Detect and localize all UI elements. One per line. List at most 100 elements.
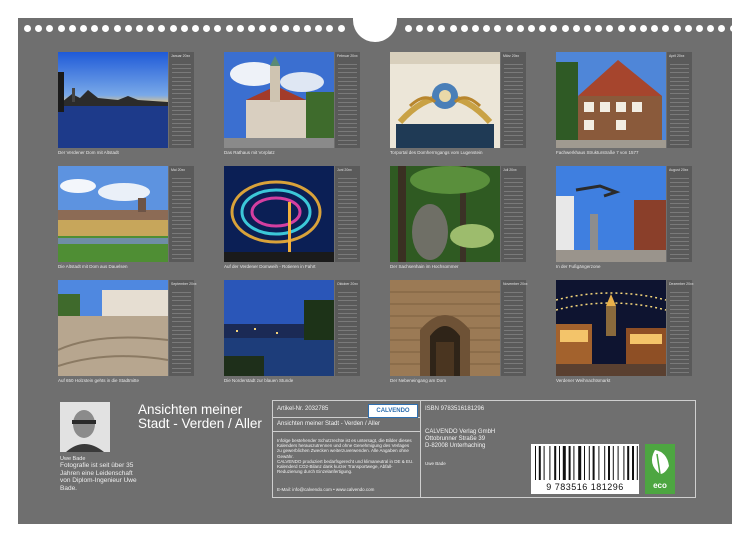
- mini-calendar-line: [670, 76, 689, 78]
- mini-calendar-line: [338, 241, 357, 242]
- mini-calendar-line: [504, 338, 523, 340]
- binding-hole: [684, 25, 692, 32]
- month-thumbnail-11: November 20xx Der Nebeneingang am Dom: [390, 280, 528, 383]
- caption-9: Auf 650 Holzstein gehts in die Stadtmitt…: [58, 378, 140, 383]
- product-title: Ansichten meiner Stadt - Verden / Aller: [277, 421, 381, 427]
- mini-calendar-line: [172, 135, 191, 137]
- mini-calendar-line: [172, 143, 191, 145]
- binding-hole: [214, 25, 222, 32]
- mini-calendar-line: [504, 296, 523, 298]
- photo-rathaus: [224, 52, 334, 148]
- mini-calendar-line: [670, 127, 689, 128]
- binding-hole: [236, 25, 244, 32]
- mini-calendar-line: [670, 122, 689, 124]
- mini-calendar-line: [338, 135, 357, 137]
- mini-calendar-line: [504, 114, 523, 116]
- mini-calendar-line: [504, 346, 523, 348]
- mini-calendar-line: [504, 97, 523, 99]
- mini-calendar-line: [172, 308, 191, 310]
- binding-hole: [337, 25, 345, 32]
- binding-hole: [292, 25, 300, 32]
- mini-calendar-line: [338, 76, 357, 78]
- mini-calendar-line: [172, 321, 191, 323]
- caption-10: Die Norderstadt zur blauen Stunde: [224, 378, 294, 383]
- mini-calendar-line: [504, 367, 523, 369]
- mini-calendar-line: [338, 253, 357, 255]
- mini-calendar-line: [338, 228, 357, 230]
- mini-calendar-line: [670, 257, 689, 259]
- mini-calendar-line: [172, 367, 191, 369]
- mini-calendar-line: [504, 224, 523, 226]
- mini-calendar-line: [172, 207, 191, 209]
- mini-calendar-line: [172, 292, 191, 293]
- mini-calendar-line: [338, 93, 357, 95]
- mini-calendar-line: [670, 207, 689, 209]
- mini-calendar-line: [172, 317, 191, 319]
- barcode-bar: [623, 446, 625, 480]
- barcode-bar: [543, 446, 545, 480]
- mini-calendar-line: [504, 257, 523, 259]
- binding-hole: [539, 25, 547, 32]
- mini-calendar-line: [338, 143, 357, 145]
- binding-hole: [46, 25, 54, 32]
- binding-hole: [259, 25, 267, 32]
- mini-calendar-line: [504, 371, 523, 373]
- mini-calendar-line: [504, 232, 523, 234]
- publisher-city: D-82008 Unterhaching: [425, 443, 486, 449]
- barcode: 9 783516 181296: [531, 444, 639, 494]
- mini-calendar-line: [670, 101, 689, 103]
- mini-calendar-line: [504, 178, 523, 179]
- mini-calendar-line: [338, 106, 357, 107]
- mini-calendar-line: [504, 64, 523, 65]
- binding-hole: [505, 25, 513, 32]
- photo-dom-altstadt: [58, 52, 168, 148]
- mini-calendar-line: [504, 143, 523, 145]
- mini-calendar-line: [172, 97, 191, 99]
- mini-calendar-line: [338, 220, 357, 221]
- binding-hole: [729, 25, 737, 32]
- binding-hole: [617, 25, 625, 32]
- photo-torportal: [390, 52, 500, 148]
- eco-badge: eco: [645, 444, 675, 494]
- barcode-bar: [562, 446, 566, 480]
- barcode-bar: [588, 446, 590, 480]
- binding-hole: [584, 25, 591, 32]
- mini-calendar-line: [504, 363, 523, 365]
- mini-calendar-line: [504, 93, 523, 95]
- article-number: Artikel-Nr. 2032785: [277, 406, 329, 412]
- mini-calendar-line: [670, 342, 689, 344]
- mini-calendar-line: [504, 190, 523, 192]
- mini-calendar-line: [670, 334, 689, 335]
- mini-calendar-line: [338, 85, 357, 86]
- mini-calendar-line: [172, 178, 191, 179]
- isbn: ISBN 9783516181296: [425, 406, 485, 412]
- mini-calendar-line: [172, 194, 191, 196]
- mini-calendar-line: [504, 68, 523, 70]
- caption-3: Torportal des Domherrngangs vom Lugenste…: [390, 150, 483, 155]
- divider: [273, 431, 420, 432]
- mini-calendar-line: [504, 241, 523, 242]
- mini-calendar-line: [338, 114, 357, 116]
- mini-calendar-line: [504, 325, 523, 327]
- mini-calendar-line: [670, 186, 689, 188]
- mini-calendar-line: [670, 93, 689, 95]
- month-thumbnail-6: Juni 20xx Auf der Verdener Domweih - Rot…: [224, 166, 361, 269]
- mini-calendar-line: [172, 224, 191, 226]
- mini-calendar-line: [172, 139, 191, 141]
- mini-calendar-line: [338, 203, 357, 205]
- photo-norderstadt: [224, 280, 334, 376]
- mini-calendar-line: [504, 101, 523, 103]
- mini-calendar-line: [338, 321, 357, 323]
- mini-calendar-line: [670, 118, 689, 120]
- binding-hole: [449, 25, 457, 32]
- mini-calendar-line: [670, 215, 689, 217]
- mini-calendar-line: [172, 215, 191, 217]
- binding-hole: [136, 25, 143, 32]
- barcode-bar: [592, 446, 595, 480]
- barcode-bar: [549, 446, 551, 480]
- mini-calendar-line: [338, 89, 357, 91]
- binding-hole: [35, 25, 43, 32]
- mini-calendar-line: [670, 338, 689, 340]
- mini-calendar-line: [172, 371, 191, 373]
- mini-calendar-line: [338, 122, 357, 124]
